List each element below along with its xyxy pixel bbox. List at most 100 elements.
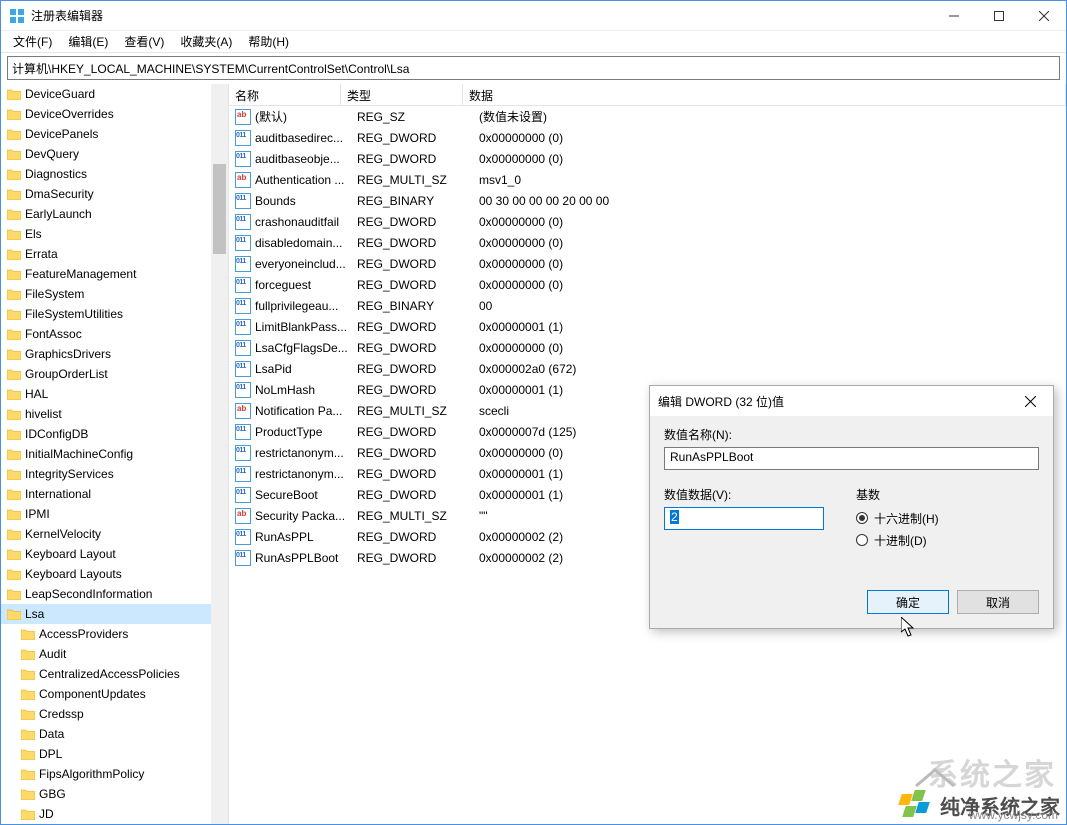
tree-item[interactable]: hivelist [1, 404, 211, 424]
tree-item[interactable]: Keyboard Layouts [1, 564, 211, 584]
tree-item[interactable]: FipsAlgorithmPolicy [1, 764, 211, 784]
tree-item[interactable]: JD [1, 804, 211, 824]
menu-edit[interactable]: 编辑(E) [60, 31, 116, 52]
value-icon [235, 172, 251, 188]
tree-item[interactable]: IPMI [1, 504, 211, 524]
tree-item-label: ComponentUpdates [39, 687, 146, 701]
scrollbar-thumb[interactable] [213, 164, 226, 254]
tree-item[interactable]: InitialMachineConfig [1, 444, 211, 464]
value-row[interactable]: crashonauditfailREG_DWORD0x00000000 (0) [229, 211, 1066, 232]
value-icon [235, 109, 251, 125]
tree-item-label: KernelVelocity [25, 527, 101, 541]
value-name-field[interactable]: RunAsPPLBoot [664, 447, 1039, 470]
value-name: Bounds [255, 194, 357, 208]
tree-scrollbar[interactable] [211, 84, 228, 824]
tree-item[interactable]: DeviceOverrides [1, 104, 211, 124]
tree-item[interactable]: AccessProviders [1, 624, 211, 644]
tree-item[interactable]: Diagnostics [1, 164, 211, 184]
value-type: REG_MULTI_SZ [357, 509, 479, 523]
minimize-button[interactable] [931, 1, 976, 31]
tree-item[interactable]: Els [1, 224, 211, 244]
tree-item[interactable]: IntegrityServices [1, 464, 211, 484]
tree-item[interactable]: DevicePanels [1, 124, 211, 144]
tree-item[interactable]: CentralizedAccessPolicies [1, 664, 211, 684]
value-row[interactable]: auditbaseobje...REG_DWORD0x00000000 (0) [229, 148, 1066, 169]
tree-item[interactable]: FileSystem [1, 284, 211, 304]
tree-item-label: DeviceOverrides [25, 107, 114, 121]
menu-favorites[interactable]: 收藏夹(A) [172, 31, 240, 52]
tree-item[interactable]: FileSystemUtilities [1, 304, 211, 324]
tree-item-label: IPMI [25, 507, 50, 521]
value-row[interactable]: forceguestREG_DWORD0x00000000 (0) [229, 274, 1066, 295]
address-bar[interactable]: 计算机\HKEY_LOCAL_MACHINE\SYSTEM\CurrentCon… [7, 56, 1060, 80]
value-type: REG_DWORD [357, 551, 479, 565]
tree-item[interactable]: KernelVelocity [1, 524, 211, 544]
column-name[interactable]: 名称 [229, 84, 341, 105]
tree-item[interactable]: FontAssoc [1, 324, 211, 344]
tree-item[interactable]: International [1, 484, 211, 504]
column-type[interactable]: 类型 [341, 84, 463, 105]
tree-item[interactable]: LeapSecondInformation [1, 584, 211, 604]
menu-view[interactable]: 查看(V) [116, 31, 172, 52]
radio-hex[interactable] [856, 512, 868, 524]
value-type: REG_BINARY [357, 299, 479, 313]
value-icon [235, 529, 251, 545]
value-name: RunAsPPLBoot [255, 551, 357, 565]
value-icon [235, 319, 251, 335]
menu-file[interactable]: 文件(F) [5, 31, 60, 52]
value-type: REG_BINARY [357, 194, 479, 208]
tree-item[interactable]: IDConfigDB [1, 424, 211, 444]
tree-item[interactable]: GBG [1, 784, 211, 804]
value-row[interactable]: (默认)REG_SZ(数值未设置) [229, 106, 1066, 127]
value-icon [235, 403, 251, 419]
column-data[interactable]: 数据 [463, 84, 1066, 105]
value-name: SecureBoot [255, 488, 357, 502]
tree-item[interactable]: Errata [1, 244, 211, 264]
tree-item-label: GBG [39, 787, 66, 801]
value-icon [235, 298, 251, 314]
tree-item[interactable]: GroupOrderList [1, 364, 211, 384]
radio-dec-row[interactable]: 十进制(D) [856, 529, 1039, 551]
tree-item-label: DPL [39, 747, 62, 761]
value-row[interactable]: everyoneinclud...REG_DWORD0x00000000 (0) [229, 253, 1066, 274]
tree-item-label: Data [39, 727, 64, 741]
tree-item[interactable]: Lsa [1, 604, 211, 624]
value-data: 0x00000000 (0) [479, 257, 1066, 271]
close-button[interactable] [1021, 1, 1066, 31]
value-row[interactable]: fullprivilegeau...REG_BINARY00 [229, 295, 1066, 316]
value-row[interactable]: Authentication ...REG_MULTI_SZmsv1_0 [229, 169, 1066, 190]
radio-hex-row[interactable]: 十六进制(H) [856, 507, 1039, 529]
value-data: 00 [479, 299, 1066, 313]
tree-item[interactable]: DeviceGuard [1, 84, 211, 104]
ok-button[interactable]: 确定 [867, 590, 949, 614]
radio-dec[interactable] [856, 534, 868, 546]
value-row[interactable]: LsaCfgFlagsDe...REG_DWORD0x00000000 (0) [229, 337, 1066, 358]
tree-item[interactable]: DmaSecurity [1, 184, 211, 204]
tree-item[interactable]: DPL [1, 744, 211, 764]
tree-item[interactable]: ComponentUpdates [1, 684, 211, 704]
value-row[interactable]: LimitBlankPass...REG_DWORD0x00000001 (1) [229, 316, 1066, 337]
value-type: REG_DWORD [357, 131, 479, 145]
value-data-field[interactable]: 2 [664, 507, 824, 530]
tree-item-label: DevQuery [25, 147, 79, 161]
value-row[interactable]: disabledomain...REG_DWORD0x00000000 (0) [229, 232, 1066, 253]
dialog-close-button[interactable] [1015, 386, 1045, 416]
maximize-button[interactable] [976, 1, 1021, 31]
tree-item[interactable]: DevQuery [1, 144, 211, 164]
value-type: REG_DWORD [357, 446, 479, 460]
tree-item[interactable]: HAL [1, 384, 211, 404]
value-row[interactable]: BoundsREG_BINARY00 30 00 00 00 20 00 00 [229, 190, 1066, 211]
tree-item-label: International [25, 487, 91, 501]
menu-help[interactable]: 帮助(H) [240, 31, 297, 52]
cancel-button[interactable]: 取消 [957, 590, 1039, 614]
dialog-title: 编辑 DWORD (32 位)值 [658, 393, 784, 410]
tree-item[interactable]: FeatureManagement [1, 264, 211, 284]
value-row[interactable]: auditbasedirec...REG_DWORD0x00000000 (0) [229, 127, 1066, 148]
tree-item[interactable]: Credssp [1, 704, 211, 724]
tree-item[interactable]: GraphicsDrivers [1, 344, 211, 364]
value-row[interactable]: LsaPidREG_DWORD0x000002a0 (672) [229, 358, 1066, 379]
tree-item[interactable]: Data [1, 724, 211, 744]
tree-item[interactable]: Audit [1, 644, 211, 664]
tree-item[interactable]: EarlyLaunch [1, 204, 211, 224]
tree-item[interactable]: Keyboard Layout [1, 544, 211, 564]
